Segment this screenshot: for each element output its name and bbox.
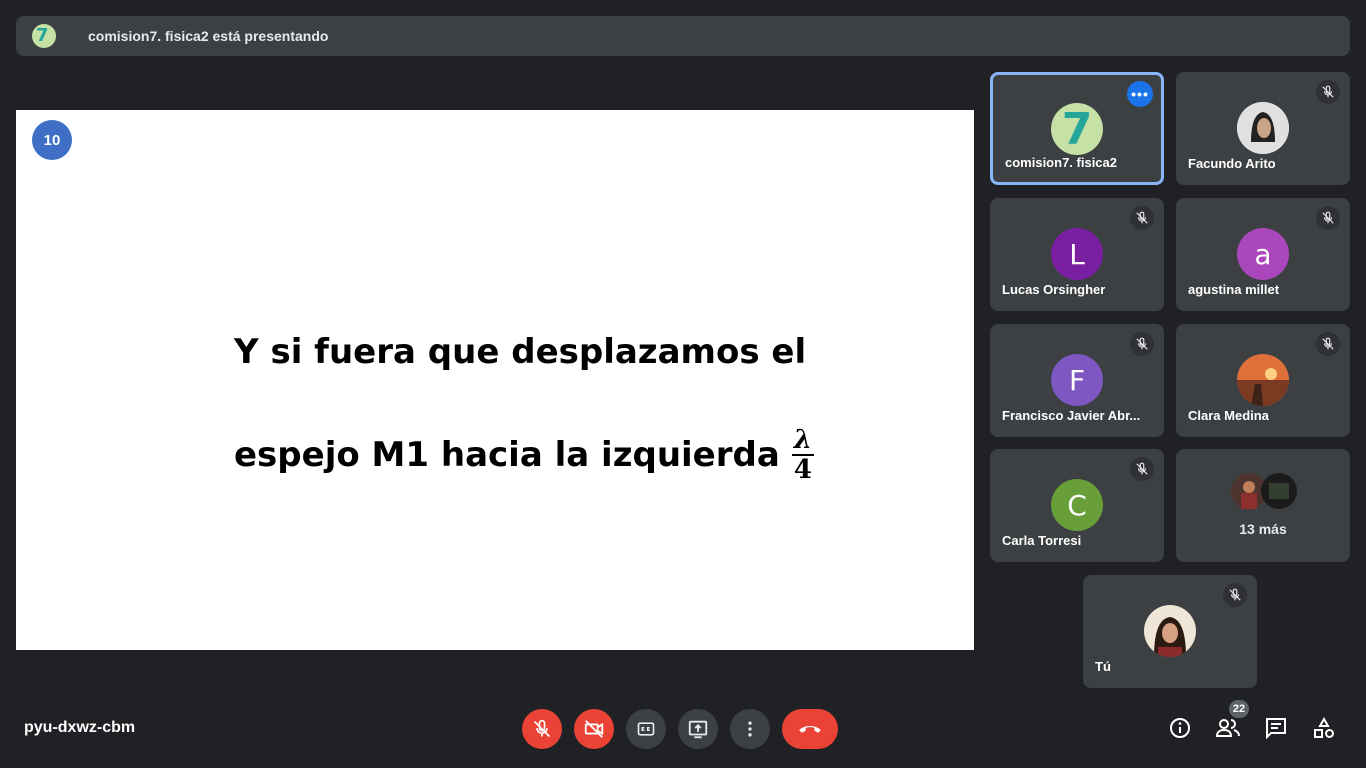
participant-avatar: C: [1051, 479, 1103, 531]
mic-off-icon: [1316, 80, 1340, 104]
fraction-denominator: 4: [793, 455, 812, 485]
chat-icon: [1266, 718, 1286, 740]
participant-name: Lucas Orsingher: [1002, 282, 1106, 297]
presenting-text: comision7. fisica2 está presentando: [88, 28, 329, 44]
present-screen-button[interactable]: [678, 709, 718, 749]
slide-text-line-2-text: espejo M1 hacia la izquierda: [234, 435, 780, 475]
participant-avatar: 7: [1051, 103, 1103, 155]
present-screen-icon: [688, 720, 708, 739]
participant-tile-comision7[interactable]: 7 ••• comision7. fisica2: [990, 72, 1164, 185]
presenting-banner: 7 comision7. fisica2 está presentando: [16, 16, 1350, 56]
participant-tile-francisco[interactable]: F Francisco Javier Abr...: [990, 324, 1164, 437]
participant-photo: [1237, 354, 1289, 406]
mic-off-icon: [533, 719, 551, 738]
participant-avatar: L: [1051, 228, 1103, 280]
participant-tile-clara[interactable]: Clara Medina: [1176, 324, 1350, 437]
participant-name: agustina millet: [1188, 282, 1280, 297]
mic-off-icon: [1316, 206, 1340, 230]
info-icon: [1170, 718, 1190, 738]
captions-button[interactable]: [626, 709, 666, 749]
presenter-avatar: 7: [32, 24, 56, 48]
participant-photo: [1237, 102, 1289, 154]
participant-name: Francisco Javier Abr...: [1002, 408, 1141, 423]
participant-tile-agustina[interactable]: a agustina millet: [1176, 198, 1350, 311]
participant-name: Tú: [1095, 659, 1111, 674]
participant-name: Facundo Arito: [1188, 156, 1276, 171]
more-options-icon[interactable]: •••: [1127, 81, 1153, 107]
more-participants-label: 13 más: [1239, 521, 1287, 537]
fraction-numerator: λ: [791, 425, 815, 456]
activities-icon: [1314, 716, 1334, 738]
more-vert-icon: [748, 721, 752, 737]
participant-count-badge: 22: [1229, 700, 1249, 718]
camera-off-icon: [584, 720, 604, 738]
end-call-icon: [799, 726, 821, 733]
participant-tile-carla[interactable]: C Carla Torresi: [990, 449, 1164, 562]
participant-photo: [1144, 605, 1196, 657]
slide-text-line-1: Y si fuera que desplazamos el: [234, 332, 807, 372]
people-icon: [1215, 719, 1240, 737]
closed-captions-icon: [637, 722, 655, 736]
activities-button[interactable]: [1309, 713, 1339, 743]
meeting-details-button[interactable]: [1165, 713, 1195, 743]
participant-tile-self[interactable]: Tú: [1083, 575, 1257, 688]
mic-off-icon: [1130, 206, 1154, 230]
more-options-button[interactable]: [730, 709, 770, 749]
participant-tile-facundo[interactable]: Facundo Arito: [1176, 72, 1350, 185]
shared-screen: 10 Y si fuera que desplazamos el espejo …: [16, 110, 974, 650]
participant-avatar: F: [1051, 354, 1103, 406]
mic-off-icon: [1130, 457, 1154, 481]
participant-thumbnail: [1261, 473, 1297, 509]
participant-tile-lucas[interactable]: L Lucas Orsingher: [990, 198, 1164, 311]
participant-avatar: a: [1237, 228, 1289, 280]
mic-off-icon: [1130, 332, 1154, 356]
mic-off-icon: [1223, 583, 1247, 607]
mic-off-icon: [1316, 332, 1340, 356]
leave-call-button[interactable]: [782, 709, 838, 749]
lambda-fraction: λ 4: [791, 425, 815, 485]
participant-name: comision7. fisica2: [1005, 155, 1117, 170]
slide-number-badge: 10: [32, 120, 72, 160]
camera-toggle-button[interactable]: [574, 709, 614, 749]
meeting-code: pyu-dxwz-cbm: [24, 719, 136, 736]
microphone-toggle-button[interactable]: [522, 709, 562, 749]
participant-name: Carla Torresi: [1002, 533, 1082, 548]
participant-name: Clara Medina: [1188, 408, 1269, 423]
slide-text-line-2: espejo M1 hacia la izquierda λ 4: [234, 425, 815, 485]
chat-button[interactable]: [1261, 713, 1291, 743]
more-participants-tile[interactable]: 13 más: [1176, 449, 1350, 562]
